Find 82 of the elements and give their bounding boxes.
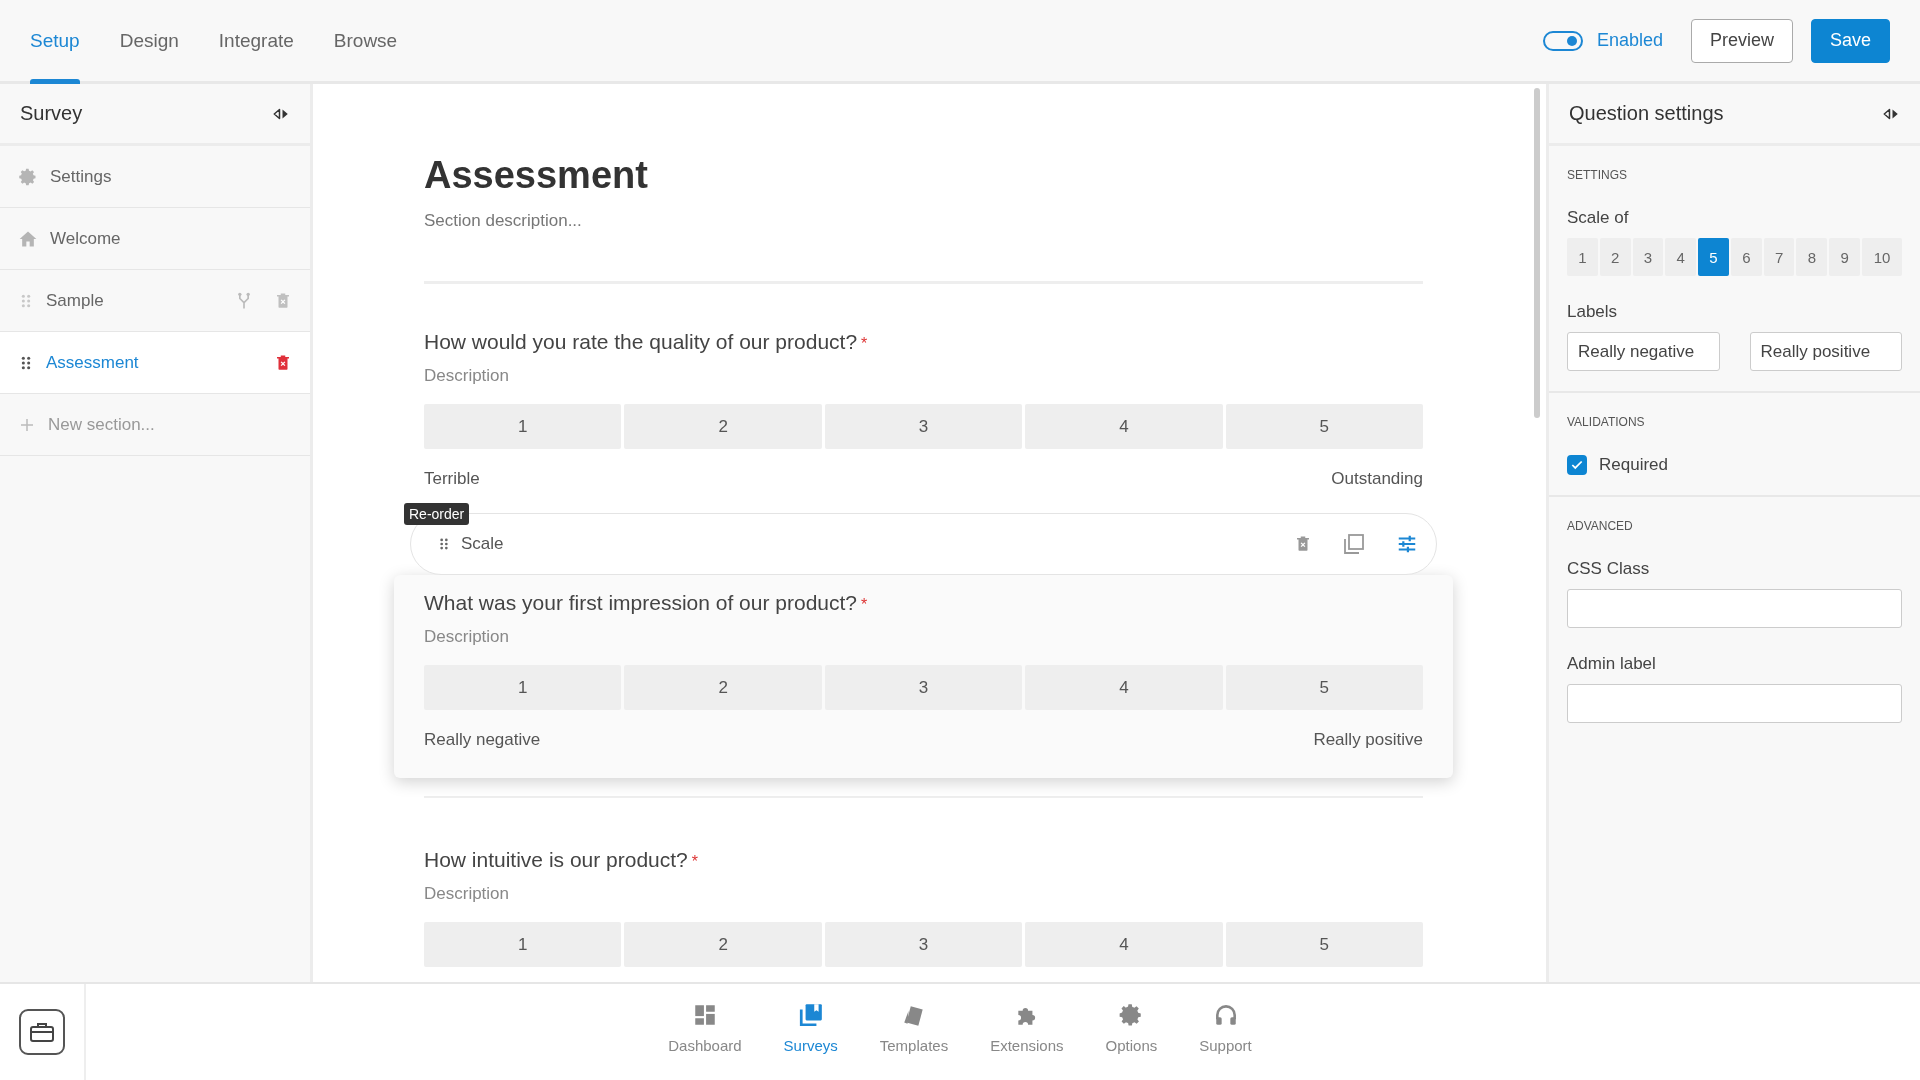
scale-option[interactable]: 2: [624, 404, 822, 449]
question-card[interactable]: What was your first impression of our product? * Description 1 2 3 4 5 Really negative Really positive: [394, 575, 1453, 778]
scale-option[interactable]: 3: [824, 404, 1023, 449]
scale-high-label: Really positive: [1313, 730, 1423, 750]
scale-option[interactable]: 2: [624, 665, 822, 710]
section-description: Section description...: [424, 211, 583, 231]
scale-option[interactable]: 5: [1225, 665, 1424, 710]
scale-size-option[interactable]: 1: [1567, 238, 1598, 276]
scale-low-label: Really negative: [424, 730, 541, 750]
question-description: Description: [424, 627, 511, 647]
trash-icon[interactable]: [1294, 534, 1312, 554]
text-input[interactable]: [1567, 684, 1902, 723]
question-title: How intuitive is our product?: [424, 848, 688, 871]
scale-size-option[interactable]: 4: [1665, 238, 1697, 276]
scale-low-label: Terrible: [424, 469, 480, 489]
tab[interactable]: Browse: [333, 0, 398, 81]
tooltip: Re-order: [404, 503, 470, 525]
section-title: Assessment: [424, 154, 649, 197]
toggle-switch[interactable]: [1542, 30, 1583, 51]
sidebar-item[interactable]: Assessment: [0, 332, 310, 394]
scale-size-option[interactable]: 8: [1796, 238, 1828, 276]
scale-size-option[interactable]: 6: [1730, 238, 1762, 276]
scale-size-option[interactable]: 9: [1829, 238, 1861, 276]
nav-item[interactable]: Extensions: [986, 984, 1068, 1080]
book-stack-icon: [797, 1002, 824, 1028]
scale-size-option[interactable]: 3: [1632, 238, 1664, 276]
required-asterisk: *: [861, 596, 868, 613]
scale-option[interactable]: 5: [1225, 404, 1424, 449]
scale-option[interactable]: 1: [424, 922, 622, 967]
nav-item[interactable]: Options: [1101, 984, 1162, 1080]
required-asterisk: *: [691, 853, 699, 870]
enabled-toggle[interactable]: Enabled: [1542, 30, 1663, 51]
tab[interactable]: Setup: [30, 0, 80, 81]
nav-item[interactable]: Templates: [875, 984, 953, 1080]
question-title: What was your first impression of our product?: [424, 591, 857, 614]
scale-high-label: Outstanding: [1331, 469, 1423, 489]
nav-item[interactable]: Surveys: [779, 984, 842, 1080]
scale-size-option[interactable]: 10: [1862, 238, 1903, 276]
nav-item[interactable]: Support: [1195, 984, 1256, 1080]
tab[interactable]: Design: [119, 0, 179, 81]
question-description: Description: [424, 366, 511, 386]
section-heading: VALIDATIONS: [1567, 415, 1646, 429]
scale-option[interactable]: 3: [824, 665, 1023, 710]
scale-option[interactable]: 4: [1025, 404, 1223, 449]
question-description: Description: [424, 884, 511, 904]
scale-option[interactable]: 5: [1225, 922, 1424, 967]
question-type: Scale: [461, 534, 505, 554]
scale-size-option[interactable]: 2: [1599, 238, 1631, 276]
panel-title: Question settings: [1569, 102, 1724, 125]
tab[interactable]: Integrate: [218, 0, 294, 81]
scale-option[interactable]: 3: [824, 922, 1023, 967]
field-label: Labels: [1567, 302, 1619, 322]
required-asterisk: *: [861, 335, 868, 352]
label-input[interactable]: Really positive: [1749, 332, 1902, 371]
scale-option[interactable]: 4: [1025, 665, 1223, 710]
field-label: CSS Class: [1567, 559, 1651, 579]
section-heading: SETTINGS: [1567, 168, 1628, 182]
label-input[interactable]: Really negative: [1567, 332, 1720, 371]
gear-icon: [18, 166, 38, 187]
scale-option[interactable]: 2: [624, 922, 822, 967]
field-label: Admin label: [1567, 654, 1657, 674]
sidebar-title: Survey: [20, 102, 83, 125]
save-button[interactable]: Save: [1810, 18, 1890, 63]
scale-option[interactable]: 1: [424, 665, 622, 710]
briefcase-icon[interactable]: [29, 1021, 55, 1043]
nav-item[interactable]: Dashboard: [664, 984, 746, 1080]
scale-size-option[interactable]: 5: [1698, 238, 1729, 276]
sidebar-item[interactable]: Welcome: [0, 208, 310, 270]
briefcase-button[interactable]: [19, 1009, 65, 1055]
scale-size-option[interactable]: 7: [1763, 238, 1795, 276]
sliders-icon[interactable]: [1396, 533, 1418, 555]
scrollbar[interactable]: [1534, 88, 1540, 418]
scale-option[interactable]: 4: [1025, 922, 1223, 967]
field-label: Scale of: [1567, 208, 1630, 228]
section-heading: ADVANCED: [1567, 519, 1634, 533]
scale-option[interactable]: 1: [424, 404, 622, 449]
preview-button[interactable]: Preview: [1690, 18, 1793, 63]
checkbox-label: Required: [1599, 455, 1668, 475]
sidebar-item[interactable]: Settings: [0, 146, 310, 208]
copy-icon[interactable]: [1342, 532, 1366, 556]
question-title: How would you rate the quality of our product?: [424, 330, 858, 353]
text-input[interactable]: [1567, 589, 1902, 628]
